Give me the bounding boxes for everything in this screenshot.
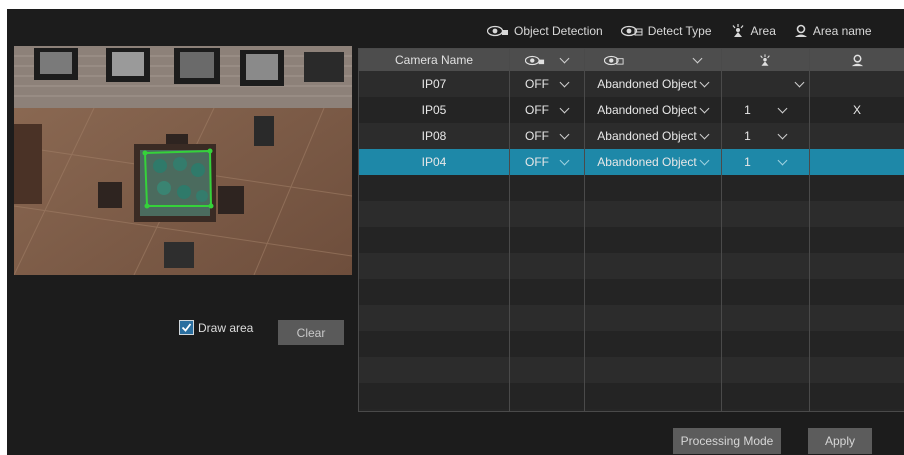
table-row[interactable]: IP08 OFF Abandoned Object 1	[359, 123, 904, 149]
cell-detect-type[interactable]: Abandoned Object	[584, 123, 721, 149]
chevron-down-icon	[692, 53, 703, 63]
cell-object-detection[interactable]: OFF	[509, 71, 584, 97]
legend-detect-type: Detect Type	[620, 24, 712, 38]
table-header: Camera Name	[359, 49, 904, 71]
cell-detect-type[interactable]: Abandoned Object	[584, 149, 721, 175]
cell-object-detection[interactable]: OFF	[509, 123, 584, 149]
cell-camera-name: IP05	[421, 103, 447, 117]
empty-row	[359, 201, 904, 227]
chevron-down-icon	[699, 129, 710, 139]
cell-area[interactable]: 1	[721, 149, 809, 175]
column-divider	[809, 49, 810, 411]
camera-table: Camera Name IP07 OFF Abandoned Object IP…	[358, 48, 904, 412]
camera-preview-image	[14, 46, 352, 275]
column-legend: Object Detection Detect Type Area Area n…	[487, 22, 890, 40]
cell-area-name[interactable]	[809, 149, 904, 175]
table-row[interactable]: IP07 OFF Abandoned Object	[359, 71, 904, 97]
cell-area[interactable]: 1	[721, 97, 809, 123]
empty-row	[359, 279, 904, 305]
column-divider	[721, 49, 722, 411]
eye-type-icon	[620, 25, 643, 37]
cell-area-name[interactable]	[809, 123, 904, 149]
empty-row	[359, 305, 904, 331]
empty-row	[359, 253, 904, 279]
area-icon	[760, 53, 770, 66]
chevron-down-icon	[699, 103, 710, 113]
chevron-down-icon	[699, 155, 710, 165]
empty-row	[359, 383, 904, 409]
cell-area[interactable]: 1	[721, 123, 809, 149]
table-row-selected[interactable]: IP04 OFF Abandoned Object 1	[359, 149, 904, 175]
chevron-down-icon	[777, 155, 788, 165]
eye-type-icon	[604, 55, 624, 65]
header-object-detection[interactable]	[509, 49, 584, 71]
smart-detection-panel: Object Detection Detect Type Area Area n…	[7, 9, 904, 455]
empty-row	[359, 357, 904, 383]
chevron-down-icon	[794, 77, 804, 87]
cell-object-detection[interactable]: OFF	[509, 149, 584, 175]
draw-area-checkbox[interactable]	[179, 320, 194, 335]
checkmark-icon	[181, 323, 192, 332]
chevron-down-icon	[777, 129, 788, 139]
cell-area-name[interactable]	[809, 71, 904, 97]
eye-object-icon	[525, 55, 545, 65]
user-icon	[851, 54, 863, 66]
area-icon	[732, 24, 744, 37]
draw-area-toggle[interactable]: Draw area	[179, 320, 253, 335]
camera-preview[interactable]	[14, 46, 352, 275]
empty-row	[359, 227, 904, 253]
cell-area-name[interactable]: X	[809, 97, 904, 123]
apply-button[interactable]: Apply	[808, 428, 872, 454]
legend-object-detection: Object Detection	[487, 24, 603, 38]
cell-camera-name: IP04	[421, 155, 447, 169]
chevron-down-icon	[559, 129, 570, 139]
legend-area: Area	[730, 24, 776, 38]
empty-row	[359, 175, 904, 201]
chevron-down-icon	[699, 77, 710, 87]
processing-mode-button[interactable]: Processing Mode	[673, 428, 781, 454]
cell-area[interactable]	[721, 71, 809, 97]
cell-camera-name: IP07	[421, 77, 447, 91]
cell-object-detection[interactable]: OFF	[509, 97, 584, 123]
legend-area-name: Area name	[794, 24, 872, 38]
chevron-down-icon	[559, 53, 570, 63]
draw-area-label: Draw area	[198, 320, 254, 335]
empty-row	[359, 331, 904, 357]
column-divider	[584, 49, 585, 411]
chevron-down-icon	[559, 77, 570, 87]
cell-camera-name: IP08	[421, 129, 447, 143]
column-divider	[509, 49, 510, 411]
header-detect-type[interactable]	[584, 49, 721, 71]
clear-button[interactable]: Clear	[278, 320, 344, 345]
table-row[interactable]: IP05 OFF Abandoned Object 1 X	[359, 97, 904, 123]
cell-detect-type[interactable]: Abandoned Object	[584, 71, 721, 97]
cell-detect-type[interactable]: Abandoned Object	[584, 97, 721, 123]
chevron-down-icon	[559, 103, 570, 113]
header-area	[721, 49, 809, 71]
chevron-down-icon	[559, 155, 570, 165]
header-camera-name: Camera Name	[394, 53, 474, 67]
eye-object-icon	[487, 25, 508, 37]
user-icon	[794, 24, 807, 37]
header-area-name	[809, 49, 904, 71]
chevron-down-icon	[777, 103, 788, 113]
